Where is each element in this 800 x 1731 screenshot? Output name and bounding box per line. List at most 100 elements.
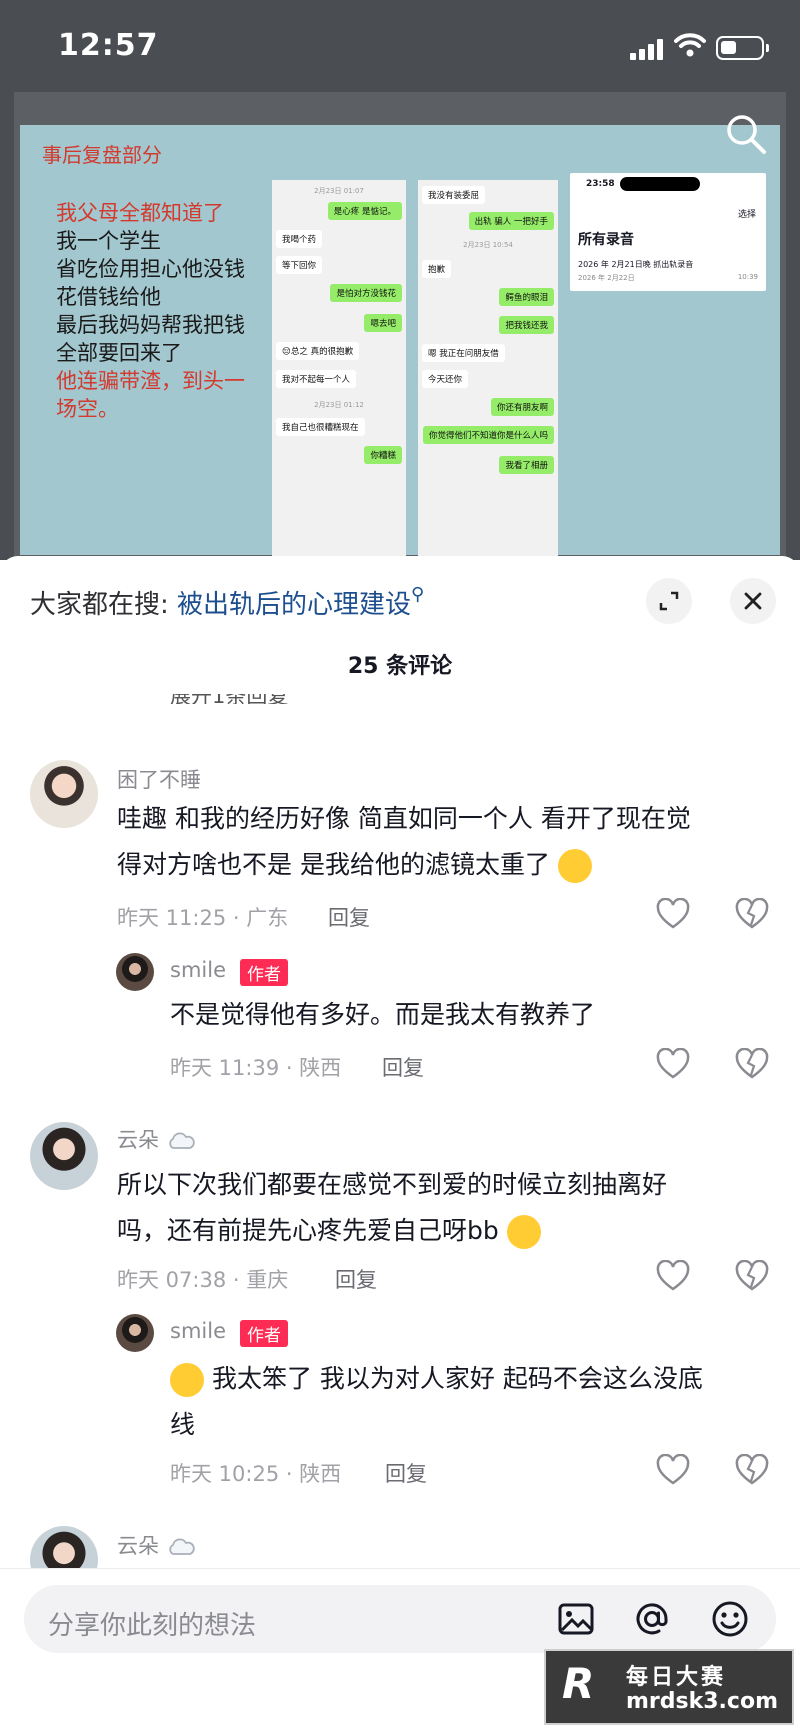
chat-bubble: 出轨 骗人 一把好手 bbox=[468, 212, 554, 230]
author-avatar[interactable] bbox=[116, 1314, 154, 1352]
comment-text: 我太笨了 我以为对人家好 起码不会这么没底 线 bbox=[170, 1356, 780, 1448]
search-small-icon: ⚲ bbox=[411, 584, 425, 605]
comment-input-placeholder: 分享你此刻的想法 bbox=[48, 1611, 257, 1641]
wifi-icon bbox=[674, 33, 706, 57]
recording-date: 2026 年 2月22日 bbox=[578, 274, 635, 282]
comment-text: 所以下次我们都要在感觉不到爱的时候立刻抽离好 吗，还有前提先心疼先爱自己呀bb bbox=[117, 1162, 777, 1254]
recordings-select: 选择 bbox=[737, 210, 756, 220]
clipped-reply-row: 展开1条回复 bbox=[170, 694, 370, 704]
comments-sheet: 大家都在搜: 被出轨后的心理建设⚲ 25 条评论 展开1条回复 困了不睡 哇趣 … bbox=[0, 556, 800, 1731]
image-icon[interactable] bbox=[556, 1599, 596, 1639]
chat-bubble: 我对不起每一个人 bbox=[276, 370, 357, 388]
heart-icon[interactable] bbox=[656, 1260, 690, 1292]
chat-bubble: 你糟糕 bbox=[364, 446, 402, 464]
broken-heart-icon[interactable] bbox=[735, 1260, 769, 1292]
slide-line: 我父母全都知道了 bbox=[56, 201, 224, 225]
comment-username-text: 云朵 bbox=[117, 1128, 159, 1152]
expand-button[interactable] bbox=[646, 578, 692, 624]
comment-username-text: 云朵 bbox=[117, 1534, 159, 1558]
emoji-icon[interactable] bbox=[710, 1599, 750, 1639]
comment-username[interactable]: 困了不睡 bbox=[117, 764, 201, 794]
comment-line-text: 吗，还有前提先心疼先爱自己呀bb bbox=[117, 1216, 499, 1245]
comment-line: 线 bbox=[170, 1410, 196, 1439]
avatar[interactable] bbox=[30, 1122, 98, 1190]
reply-button[interactable]: 回复 bbox=[382, 1052, 424, 1082]
recordings-time: 23:58 bbox=[586, 179, 615, 189]
slide-line: 省吃俭用担心他没钱 bbox=[56, 257, 245, 281]
avatar[interactable] bbox=[30, 760, 98, 828]
comment-username[interactable]: smile bbox=[170, 958, 226, 982]
author-badge: 作者 bbox=[240, 1320, 288, 1347]
expand-icon bbox=[659, 591, 679, 611]
heart-icon[interactable] bbox=[656, 1454, 690, 1486]
recording-title: 2026 年 2月21日晚 抓出轨录音 bbox=[578, 260, 694, 269]
slide-line: 我一个学生 bbox=[56, 229, 161, 253]
hugging-emoji-icon bbox=[506, 1215, 541, 1249]
comment-line-text: 得对方啥也不是 是我给他的滤镜太重了 bbox=[117, 850, 550, 879]
comment-composer: 分享你此刻的想法 R 每日大赛 mrdsk3.com bbox=[0, 1568, 800, 1731]
chat-bubble: 我自己也很糟糕现在 bbox=[276, 418, 365, 436]
comment-username[interactable]: 云朵 bbox=[117, 1530, 196, 1560]
chat-screenshot-1: 2月23日 01:07 是心疼 是惦记。 我喝个药 等下回你 是怕对方没钱花 嗯… bbox=[272, 180, 406, 605]
slide-line: 全部要回来了 bbox=[56, 341, 182, 365]
chat-bubble: 我看了相册 bbox=[499, 456, 554, 474]
heart-icon[interactable] bbox=[656, 1048, 690, 1080]
watermark-logo: R 每日大赛 mrdsk3.com bbox=[544, 1649, 794, 1725]
chat-timestamp: 2月23日 01:07 bbox=[314, 187, 364, 195]
chat-bubble: 是心疼 是惦记。 bbox=[327, 202, 402, 220]
comment-line: 吗，还有前提先心疼先爱自己呀bb bbox=[117, 1208, 777, 1254]
comment-text: 不是觉得他有多好。而是我太有教养了 bbox=[170, 1000, 596, 1029]
cloud-icon bbox=[169, 1538, 195, 1555]
status-bar: 12:57 bbox=[0, 0, 800, 94]
slide-line: 花借钱给他 bbox=[56, 285, 161, 309]
slide-line: 最后我妈妈帮我把钱 bbox=[56, 313, 245, 337]
reply-button[interactable]: 回复 bbox=[328, 902, 370, 932]
watermark-brand: 每日大赛 bbox=[626, 1665, 727, 1690]
search-icon[interactable] bbox=[724, 112, 768, 156]
chat-bubble: 是怕对方没钱花 bbox=[330, 284, 402, 302]
chat-bubble: 把我钱还我 bbox=[499, 316, 554, 334]
chat-screenshot-2: 我没有装委屈 出轨 骗人 一把好手 2月23日 10:54 抱歉 鳄鱼的眼泪 把… bbox=[418, 180, 558, 605]
status-time: 12:57 bbox=[58, 28, 159, 63]
chat-bubble: 抱歉 bbox=[422, 260, 452, 278]
comment-text: 哇趣 和我的经历好像 简直如同一个人 看开了现在觉 得对方啥也不是 是我给他的滤… bbox=[117, 796, 777, 888]
watermark-logo-letter: R bbox=[562, 1659, 595, 1708]
post-slide[interactable]: 事后复盘部分 我父母全都知道了 我一个学生 省吃俭用担心他没钱 花借钱给他 最后… bbox=[20, 125, 780, 605]
broken-heart-icon[interactable] bbox=[735, 1048, 769, 1080]
chat-bubble: 我喝个药 bbox=[276, 230, 323, 248]
cloud-icon bbox=[169, 1132, 195, 1149]
recordings-heading: 所有录音 bbox=[578, 232, 634, 248]
battery-icon bbox=[716, 36, 769, 60]
chat-timestamp: 2月23日 10:54 bbox=[463, 241, 513, 249]
trending-search[interactable]: 大家都在搜: 被出轨后的心理建设⚲ bbox=[30, 584, 424, 621]
crying-face-emoji-icon bbox=[170, 1363, 204, 1397]
comment-meta: 昨天 11:25 · 广东 bbox=[117, 906, 289, 930]
close-button[interactable] bbox=[730, 578, 776, 624]
trending-prefix: 大家都在搜: bbox=[30, 590, 178, 620]
chat-bubble: 嗯去吧 bbox=[364, 314, 402, 332]
broken-heart-icon[interactable] bbox=[735, 898, 769, 930]
heart-icon[interactable] bbox=[656, 898, 690, 930]
slide-text: 我父母全都知道了 我一个学生 省吃俭用担心他没钱 花借钱给他 最后我妈妈帮我把钱… bbox=[56, 199, 245, 423]
author-avatar[interactable] bbox=[116, 953, 154, 991]
dynamic-island bbox=[620, 177, 700, 191]
broken-heart-icon[interactable] bbox=[735, 1454, 769, 1486]
slide-title: 事后复盘部分 bbox=[42, 143, 162, 167]
mention-icon[interactable] bbox=[632, 1599, 672, 1639]
comment-count: 25 条评论 bbox=[347, 654, 453, 679]
cellular-signal-icon bbox=[630, 38, 664, 60]
comment-meta: 昨天 07:38 · 重庆 bbox=[117, 1268, 289, 1292]
chat-bubble: 今天还你 bbox=[422, 370, 469, 388]
reply-button[interactable]: 回复 bbox=[335, 1264, 377, 1294]
reply-button[interactable]: 回复 bbox=[385, 1458, 427, 1488]
chat-bubble: 我没有装委屈 bbox=[422, 186, 486, 204]
trending-keyword[interactable]: 被出轨后的心理建设 bbox=[177, 590, 411, 620]
chat-bubble: 你还有朋友啊 bbox=[490, 398, 554, 416]
chat-bubble: 等下回你 bbox=[276, 256, 323, 274]
watermark-domain: mrdsk3.com bbox=[626, 1689, 778, 1714]
comment-meta: 昨天 11:39 · 陕西 bbox=[170, 1056, 342, 1080]
slide-line: 他连骗带渣，到头一 bbox=[56, 369, 245, 393]
comment-username[interactable]: smile bbox=[170, 1319, 226, 1343]
comment-username[interactable]: 云朵 bbox=[117, 1124, 196, 1154]
comment-line: 所以下次我们都要在感觉不到爱的时候立刻抽离好 bbox=[117, 1170, 668, 1199]
